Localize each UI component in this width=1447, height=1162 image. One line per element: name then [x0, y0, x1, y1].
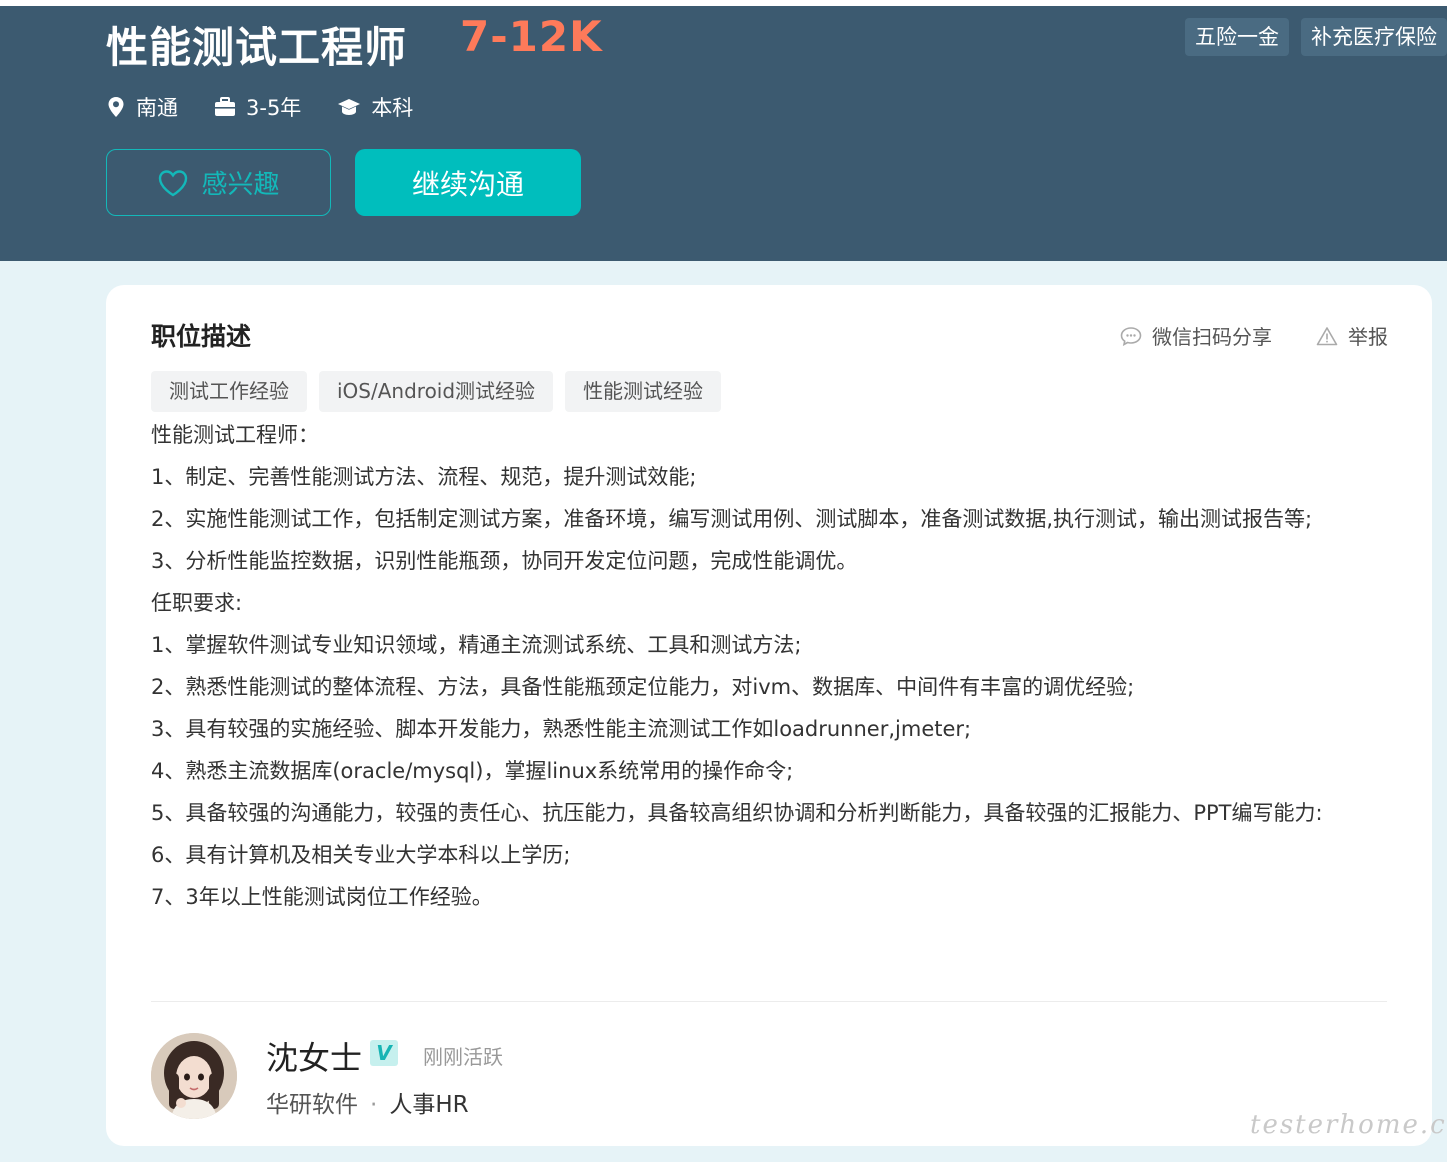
description-line: 3、分析性能监控数据，识别性能瓶颈，协同开发定位问题，完成性能调优。: [151, 549, 858, 573]
heart-icon: [159, 169, 188, 196]
watermark: testerhome.com: [1250, 1110, 1447, 1140]
benefit-tag: 五险一金: [1185, 18, 1289, 56]
chat-bubble-icon: [1120, 326, 1142, 346]
description-line: 7、3年以上性能测试岗位工作经验。: [151, 885, 493, 909]
recruiter-name: 沈女士: [266, 1039, 363, 1077]
divider: [151, 1001, 1387, 1002]
recruiter-company-line: 华研软件 · 人事HR: [266, 1085, 469, 1119]
verified-badge-icon: V: [370, 1040, 398, 1066]
section-title: 职位描述: [151, 322, 252, 351]
description-line: 2、实施性能测试工作，包括制定测试方案，准备环境，编写测试用例、测试脚本，准备测…: [151, 507, 1313, 531]
location-pin-icon: [108, 97, 124, 117]
continue-chat-button[interactable]: 继续沟通: [355, 149, 581, 216]
job-description-card: 职位描述 微信扫码分享 举报 测试工作经验 iOS/Android测试经验 性能…: [106, 285, 1432, 1146]
card-actions: 微信扫码分享 举报: [1076, 321, 1388, 350]
recruiter-company: 华研软件: [266, 1092, 358, 1118]
recruiter-role: 人事HR: [389, 1092, 469, 1118]
report-label: 举报: [1348, 325, 1388, 349]
meta-experience: 3-5年: [214, 92, 301, 122]
briefcase-icon: [215, 97, 235, 116]
meta-city-text: 南通: [136, 96, 178, 120]
job-header: 性能测试工程师 7-12K 五险一金 补充医疗保险 南通 3-5年 本科 感兴趣…: [0, 6, 1447, 261]
description-line: 5、具备较强的沟通能力，较强的责任心、抗压能力，具备较高组织协调和分析判断能力，…: [151, 801, 1323, 825]
salary: 7-12K: [460, 12, 603, 61]
skill-tag: 测试工作经验: [151, 371, 307, 412]
job-title: 性能测试工程师: [106, 23, 408, 72]
wechat-share-label: 微信扫码分享: [1152, 325, 1272, 349]
description-line: 任职要求:: [151, 591, 243, 615]
description-line: 1、掌握软件测试专业知识领域，精通主流测试系统、工具和测试方法;: [151, 633, 802, 657]
description-line: 3、具有较强的实施经验、脚本开发能力，熟悉性能主流测试工作如loadrunner…: [151, 717, 972, 741]
interest-button-label: 感兴趣: [201, 170, 280, 200]
skill-tag: iOS/Android测试经验: [319, 371, 554, 412]
benefit-tags: 五险一金 补充医疗保险: [1185, 18, 1447, 56]
job-meta: 南通 3-5年 本科: [106, 92, 449, 122]
meta-experience-text: 3-5年: [246, 96, 302, 120]
separator-dot: ·: [370, 1092, 378, 1118]
skill-tags: 测试工作经验 iOS/Android测试经验 性能测试经验: [151, 371, 722, 412]
benefit-tag: 补充医疗保险: [1301, 18, 1447, 56]
recruiter-avatar-image: [151, 1033, 237, 1119]
warning-icon: [1316, 326, 1338, 345]
skill-tag: 性能测试经验: [565, 371, 722, 412]
description-line: 2、熟悉性能测试的整体流程、方法，具备性能瓶颈定位能力，对ivm、数据库、中间件…: [151, 675, 1135, 699]
description-line: 6、具有计算机及相关专业大学本科以上学历;: [151, 843, 571, 867]
interest-button[interactable]: 感兴趣: [106, 149, 331, 216]
description-line: 性能测试工程师：: [151, 423, 319, 447]
description-line: 1、制定、完善性能测试方法、流程、规范，提升测试效能;: [151, 465, 697, 489]
recruiter-avatar[interactable]: [151, 1033, 237, 1119]
graduation-cap-icon: [338, 99, 361, 115]
active-status: 刚刚活跃: [423, 1045, 503, 1069]
report-button[interactable]: 举报: [1316, 321, 1388, 350]
job-description-text: 性能测试工程师： 1、制定、完善性能测试方法、流程、规范，提升测试效能; 2、实…: [151, 414, 1396, 918]
wechat-share-button[interactable]: 微信扫码分享: [1120, 321, 1272, 350]
meta-degree: 本科: [337, 92, 413, 122]
description-line: 4、熟悉主流数据库(oracle/mysql)，掌握linux系统常用的操作命令…: [151, 759, 794, 783]
meta-degree-text: 本科: [371, 96, 414, 120]
meta-city: 南通: [106, 92, 178, 122]
